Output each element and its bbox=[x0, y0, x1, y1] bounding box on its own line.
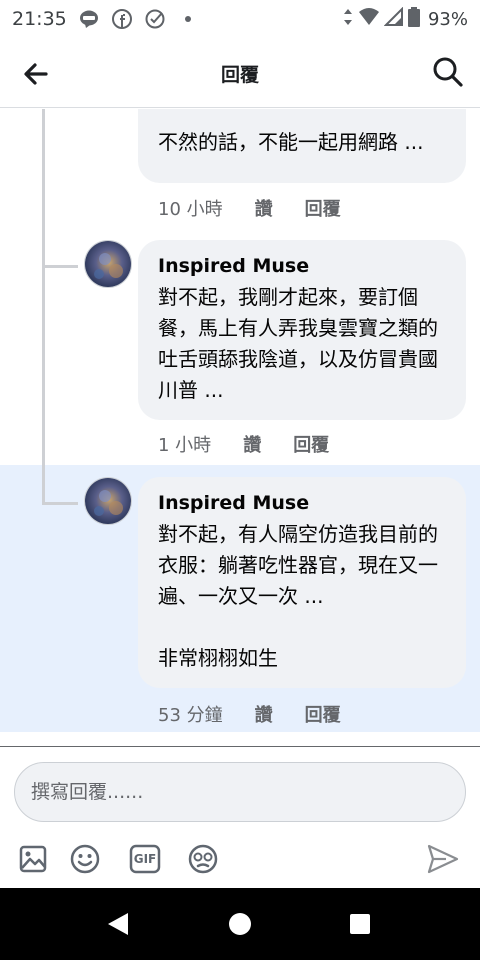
status-right-cluster: 93% bbox=[342, 6, 468, 31]
comment-time: 53 分鐘 bbox=[158, 705, 223, 726]
gif-icon[interactable]: GIF bbox=[128, 842, 162, 876]
header: 回覆 bbox=[0, 38, 480, 108]
avatar[interactable] bbox=[84, 240, 132, 288]
gif-label: GIF bbox=[133, 852, 157, 866]
check-circle-icon bbox=[145, 9, 165, 29]
battery-percent: 93% bbox=[427, 8, 468, 30]
battery-icon bbox=[407, 7, 420, 31]
sticker-icon[interactable] bbox=[186, 842, 220, 876]
nav-recents-icon[interactable] bbox=[344, 908, 376, 940]
wifi-icon bbox=[358, 7, 380, 31]
comment-meta: 53 分鐘 讚 回覆 bbox=[158, 701, 373, 727]
search-icon[interactable] bbox=[432, 56, 464, 88]
nav-back-icon[interactable] bbox=[102, 908, 134, 940]
comment-author[interactable]: Inspired Muse bbox=[158, 254, 446, 278]
thread-line bbox=[42, 109, 45, 505]
line-icon bbox=[79, 9, 99, 29]
comment-time: 1 小時 bbox=[158, 435, 212, 456]
comment-text-line2: 非常栩栩如生 bbox=[158, 646, 278, 670]
thread-branch bbox=[44, 502, 78, 505]
reply-thread[interactable]: 不然的話，不能一起用網路 ... 10 小時 讚 回覆 Inspired Mus… bbox=[0, 109, 480, 732]
data-arrows-icon bbox=[342, 7, 354, 31]
status-time: 21:35 bbox=[12, 8, 67, 30]
comment-meta: 10 小時 讚 回覆 bbox=[158, 195, 373, 221]
comment-text: 不然的話，不能一起用網路 ... bbox=[158, 130, 424, 154]
dot-icon bbox=[178, 9, 198, 29]
avatar[interactable] bbox=[84, 477, 132, 525]
comment-author[interactable]: Inspired Muse bbox=[158, 491, 446, 515]
thread-branch bbox=[44, 265, 78, 268]
comment-text: 對不起，我剛才起來，要訂個餐，馬上有人弄我臭雲寶之類的吐舌頭舔我陰道，以及仿冒貴… bbox=[158, 285, 438, 402]
like-button[interactable]: 讚 bbox=[255, 701, 273, 727]
status-bar: 21:35 93% bbox=[0, 0, 480, 38]
comment-bubble[interactable]: Inspired Muse 對不起，有人隔空仿造我目前的衣服：躺著吃性器官，現在… bbox=[138, 477, 466, 688]
nav-home-icon[interactable] bbox=[224, 908, 256, 940]
like-button[interactable]: 讚 bbox=[243, 431, 261, 457]
comment-bubble[interactable]: 不然的話，不能一起用網路 ... bbox=[138, 109, 466, 183]
comment-bubble[interactable]: Inspired Muse 對不起，我剛才起來，要訂個餐，馬上有人弄我臭雲寶之類… bbox=[138, 240, 466, 420]
emoji-icon[interactable] bbox=[68, 842, 102, 876]
facebook-icon bbox=[111, 9, 132, 29]
page-title: 回覆 bbox=[220, 64, 259, 86]
reply-button[interactable]: 回覆 bbox=[293, 431, 329, 457]
signal-icon bbox=[383, 6, 404, 31]
reply-composer[interactable] bbox=[14, 762, 466, 822]
comment-text: 對不起，有人隔空仿造我目前的衣服：躺著吃性器官，現在又一遍、一次又一次 ... bbox=[158, 522, 438, 608]
comment-time: 10 小時 bbox=[158, 199, 223, 220]
send-icon[interactable] bbox=[426, 842, 460, 876]
reply-button[interactable]: 回覆 bbox=[305, 195, 341, 221]
photo-icon[interactable] bbox=[16, 842, 50, 876]
reply-input[interactable] bbox=[31, 763, 451, 821]
like-button[interactable]: 讚 bbox=[255, 195, 273, 221]
system-nav-bar bbox=[0, 888, 480, 960]
divider bbox=[0, 746, 480, 747]
comment-meta: 1 小時 讚 回覆 bbox=[158, 431, 361, 457]
reply-button[interactable]: 回覆 bbox=[305, 701, 341, 727]
